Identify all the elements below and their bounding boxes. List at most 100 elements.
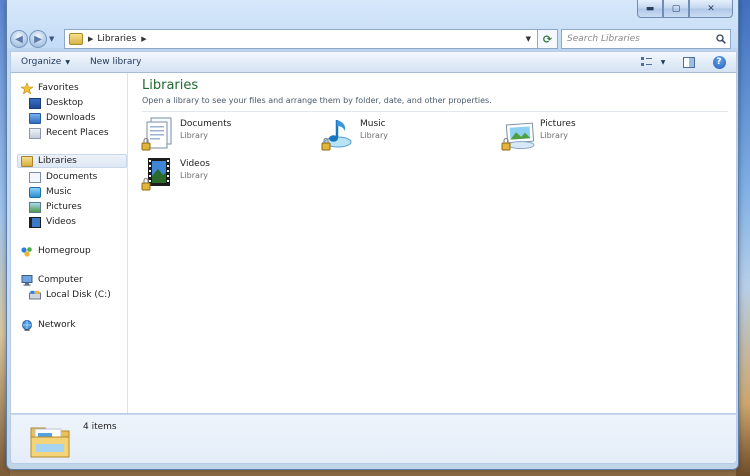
command-bar-tools: ▼ ?	[632, 52, 736, 72]
breadcrumb-libraries[interactable]: Libraries	[97, 34, 136, 44]
library-name: Videos	[180, 159, 210, 169]
sidebar-item-label: Downloads	[46, 113, 96, 123]
breadcrumb-chevron-icon[interactable]: ▶	[141, 35, 146, 43]
content-area: Favorites Desktop Downloads Recent Place…	[10, 73, 737, 414]
sidebar-item-homegroup[interactable]: Homegroup	[21, 244, 91, 258]
library-name: Music	[360, 119, 386, 129]
music-library-icon	[321, 116, 357, 152]
sidebar-item-label: Network	[38, 320, 76, 330]
pictures-library-icon	[501, 116, 537, 152]
breadcrumb-chevron-icon[interactable]: ▶	[88, 35, 93, 43]
sidebar-item-label: Pictures	[46, 202, 82, 212]
documents-icon	[29, 171, 41, 183]
details-pane: 4 items	[10, 414, 737, 464]
maximize-button[interactable]: ▢	[663, 0, 689, 18]
documents-library-icon	[141, 116, 177, 152]
item-count: 4 items	[83, 422, 117, 432]
library-type: Library	[180, 131, 208, 140]
new-library-label: New library	[89, 57, 142, 67]
search-icon[interactable]	[716, 34, 726, 44]
library-tile-music[interactable]: Music Library	[321, 116, 481, 154]
recent-pages-dropdown-icon[interactable]: ▼	[49, 35, 54, 43]
search-box[interactable]	[561, 29, 731, 49]
network-icon	[22, 319, 32, 331]
sidebar-item-label: Libraries	[38, 156, 77, 166]
videos-icon	[29, 216, 41, 228]
page-subtitle: Open a library to see your files and arr…	[142, 96, 492, 105]
libraries-folder-icon	[69, 33, 83, 45]
page-title: Libraries	[142, 78, 199, 93]
minimize-button[interactable]: ▬	[637, 0, 663, 18]
sidebar-item-label: Computer	[38, 275, 83, 285]
library-name: Pictures	[540, 119, 576, 129]
library-tile-videos[interactable]: Videos Library	[141, 156, 301, 194]
divider	[142, 111, 728, 112]
recent-places-icon	[29, 127, 41, 139]
back-arrow-icon: ◀	[15, 33, 23, 45]
sidebar-item-label: Videos	[46, 217, 76, 227]
chevron-down-icon: ▼	[660, 58, 666, 66]
sidebar-item-label: Music	[46, 187, 72, 197]
sidebar-item-libraries[interactable]: Libraries	[17, 154, 127, 168]
sidebar-item-label: Homegroup	[38, 246, 91, 256]
desktop-icon	[29, 97, 41, 109]
change-view-button[interactable]	[636, 53, 658, 71]
refresh-button[interactable]: ⟳	[538, 29, 558, 49]
organize-menu-button[interactable]: Organize ▼	[11, 52, 80, 72]
sidebar-item-label: Desktop	[46, 98, 84, 108]
computer-icon	[21, 274, 33, 286]
homegroup-icon	[21, 246, 32, 257]
forward-arrow-icon: ▶	[34, 33, 42, 45]
library-type: Library	[540, 131, 568, 140]
sidebar-item-label: Local Disk (C:)	[46, 290, 111, 300]
sidebar-item-network[interactable]: Network	[21, 318, 76, 332]
close-button[interactable]: ✕	[689, 0, 733, 18]
downloads-icon	[29, 112, 41, 124]
star-icon	[21, 82, 33, 94]
library-tile-documents[interactable]: Documents Library	[141, 116, 301, 154]
caption-buttons: ▬ ▢ ✕	[637, 0, 733, 19]
sidebar-item-videos[interactable]: Videos	[29, 215, 76, 229]
explorer-window: ▬ ▢ ✕ ◀ ▶ ▼ ▶ Libraries ▶ ▼ ⟳ Search Lib…	[6, 0, 739, 470]
refresh-icon: ⟳	[542, 32, 553, 46]
chevron-down-icon: ▼	[65, 58, 70, 66]
navigation-pane: Favorites Desktop Downloads Recent Place…	[11, 73, 128, 413]
sidebar-item-label: Documents	[46, 172, 98, 182]
sidebar-item-downloads[interactable]: Downloads	[29, 111, 95, 125]
library-type: Library	[360, 131, 388, 140]
sidebar-item-documents[interactable]: Documents	[29, 170, 97, 184]
libraries-icon	[21, 155, 33, 167]
command-bar: Organize ▼ New library ▼ ?	[10, 51, 737, 73]
help-icon: ?	[712, 55, 726, 69]
new-library-button[interactable]: New library	[80, 52, 151, 72]
history-buttons: ◀ ▶ ▼	[10, 30, 58, 48]
sidebar-item-desktop[interactable]: Desktop	[29, 96, 83, 110]
sidebar-item-local-disk[interactable]: Local Disk (C:)	[29, 288, 111, 302]
sidebar-item-recent-places[interactable]: Recent Places	[29, 126, 109, 140]
library-tile-pictures[interactable]: Pictures Library	[501, 116, 661, 154]
forward-button[interactable]: ▶	[29, 30, 47, 48]
address-dropdown-icon[interactable]: ▼	[526, 35, 531, 43]
library-name: Documents	[180, 119, 232, 129]
organize-label: Organize	[21, 57, 62, 67]
preview-pane-icon	[683, 56, 695, 68]
local-disk-icon	[29, 290, 41, 299]
sidebar-item-pictures[interactable]: Pictures	[29, 200, 82, 214]
pictures-icon	[29, 201, 41, 213]
videos-library-icon	[141, 156, 177, 192]
preview-pane-button[interactable]	[678, 53, 700, 71]
libraries-folder-icon	[29, 420, 71, 460]
sidebar-item-favorites[interactable]: Favorites	[21, 81, 79, 95]
help-button[interactable]: ?	[708, 53, 730, 71]
back-button[interactable]: ◀	[10, 30, 28, 48]
sidebar-item-music[interactable]: Music	[29, 185, 72, 199]
view-options-icon	[641, 57, 652, 66]
view-dropdown-button[interactable]: ▼	[658, 53, 668, 71]
search-input[interactable]	[567, 34, 707, 44]
sidebar-item-computer[interactable]: Computer	[21, 273, 83, 287]
library-type: Library	[180, 171, 208, 180]
library-view: Libraries Open a library to see your fil…	[129, 73, 736, 413]
sidebar-item-label: Recent Places	[46, 128, 109, 138]
address-bar[interactable]: ▶ Libraries ▶ ▼	[64, 29, 538, 49]
sidebar-item-label: Favorites	[38, 83, 79, 93]
